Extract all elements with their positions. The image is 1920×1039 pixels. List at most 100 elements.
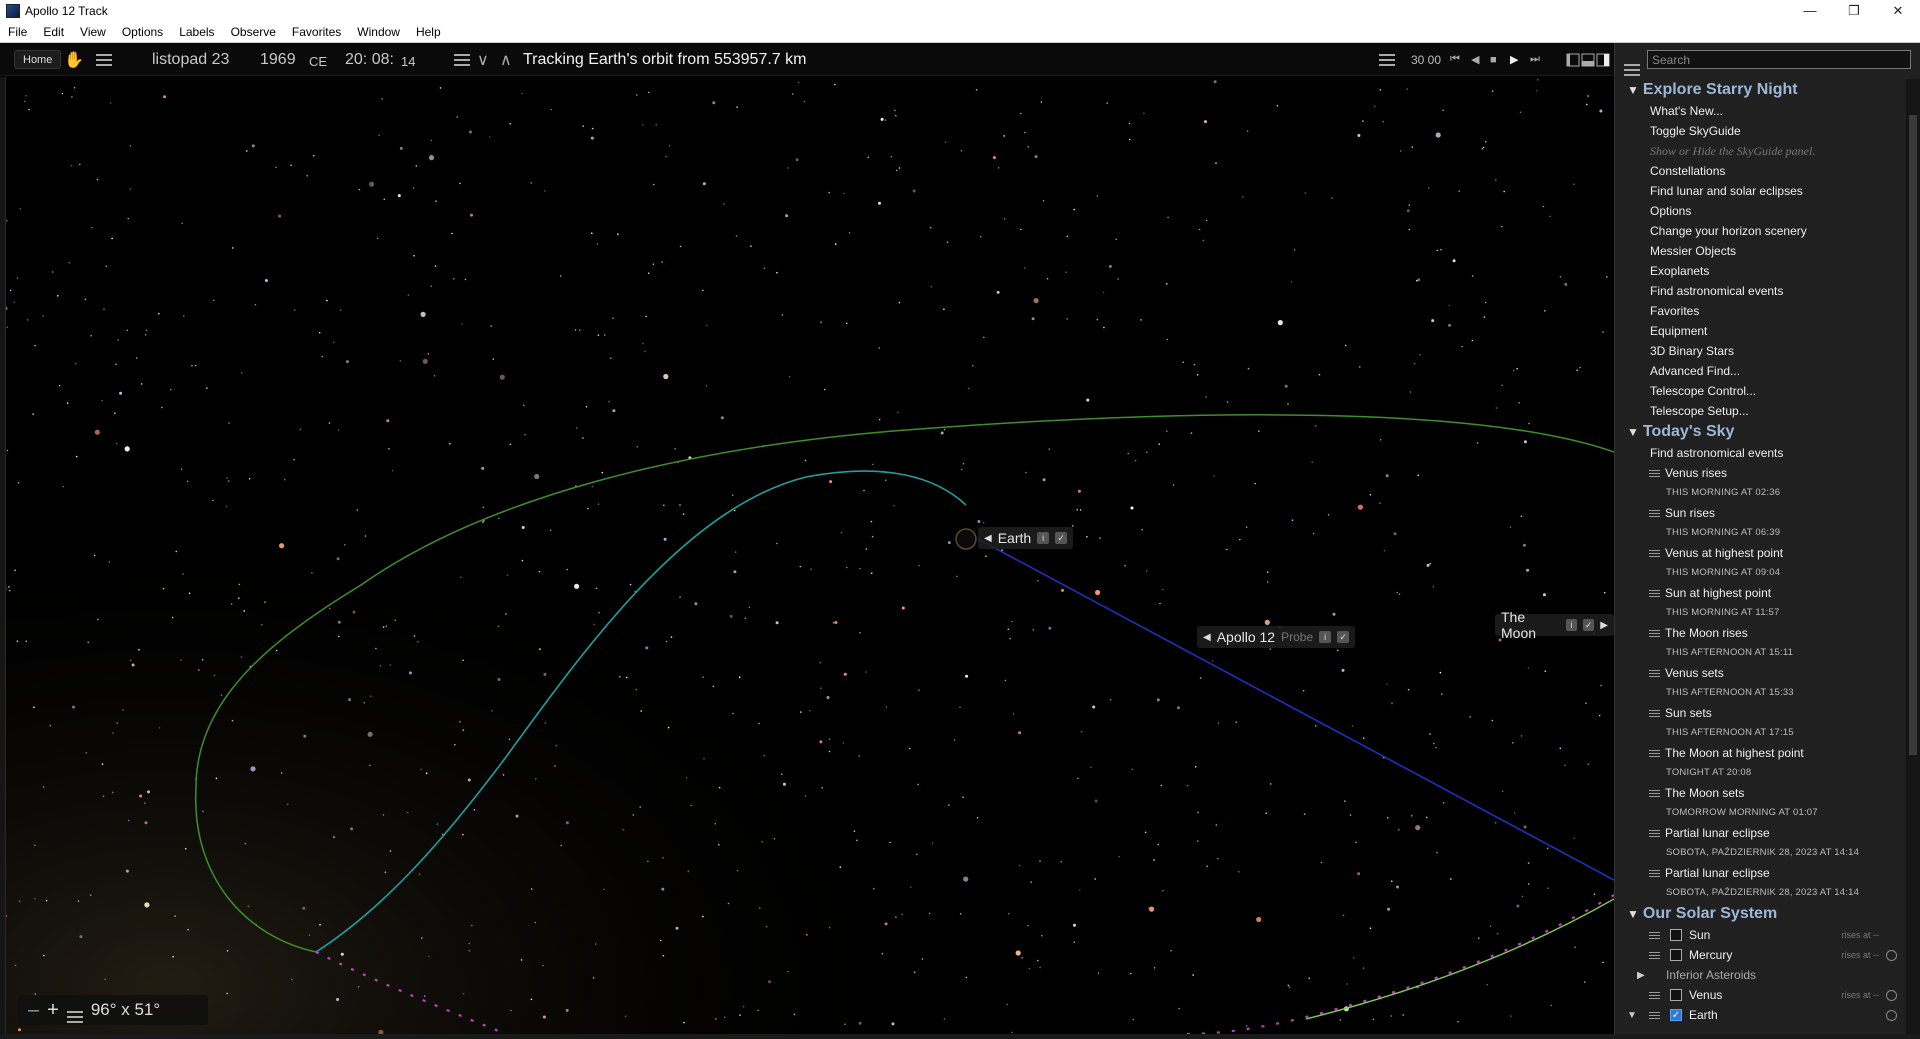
zoom-in-icon[interactable]: +	[47, 999, 59, 1022]
sidebar-scrollbar[interactable]	[1906, 79, 1920, 1034]
earth-label[interactable]: ◀ Earth i ✓	[978, 527, 1074, 549]
drag-handle-icon[interactable]	[1649, 829, 1660, 837]
collapse-icon[interactable]: ▼	[1627, 83, 1639, 97]
date-year[interactable]: 1969	[260, 43, 296, 76]
explore-item[interactable]: Messier Objects	[1615, 241, 1905, 261]
event-item[interactable]: Venus sets	[1615, 663, 1905, 683]
collapse-icon[interactable]: ▼	[1627, 907, 1639, 921]
explore-item[interactable]: Telescope Setup...	[1615, 401, 1905, 421]
chevron-down-icon[interactable]: ∨	[477, 43, 489, 76]
explore-item[interactable]: Equipment	[1615, 321, 1905, 341]
explore-item[interactable]: Favorites	[1615, 301, 1905, 321]
explore-item[interactable]: Find lunar and solar eclipses	[1615, 181, 1905, 201]
info-icon[interactable]: i	[1037, 532, 1050, 544]
solar-item-venus[interactable]: Venus rises at --	[1615, 985, 1905, 1005]
info-icon[interactable]: i	[1565, 619, 1578, 631]
section-today[interactable]: ▼ Today's Sky	[1615, 421, 1905, 443]
moon-label[interactable]: The Moon i ✓ ▶	[1495, 609, 1614, 641]
skip-back-icon[interactable]: ⏮	[1450, 43, 1460, 76]
explore-item[interactable]: Options	[1615, 201, 1905, 221]
explore-item[interactable]: Constellations	[1615, 161, 1905, 181]
hand-icon[interactable]: ✋	[64, 43, 84, 76]
time-flow-menu-icon[interactable]	[1379, 43, 1395, 76]
event-item[interactable]: Partial lunar eclipse	[1615, 863, 1905, 883]
drag-handle-icon[interactable]	[1649, 709, 1660, 717]
section-explore[interactable]: ▼ Explore Starry Night	[1615, 79, 1905, 101]
target-circle-icon[interactable]	[1886, 949, 1897, 961]
event-item[interactable]: Sun at highest point	[1615, 583, 1905, 603]
visibility-checkbox[interactable]	[1670, 929, 1682, 941]
close-button[interactable]: ✕	[1876, 0, 1920, 21]
check-icon[interactable]: ✓	[1055, 532, 1068, 544]
menu-file[interactable]: File	[0, 21, 35, 43]
event-item[interactable]: Sun rises	[1615, 503, 1905, 523]
track-menu-icon[interactable]	[454, 43, 470, 76]
explore-item[interactable]: Toggle SkyGuide	[1615, 121, 1905, 141]
minimize-button[interactable]: —	[1788, 0, 1832, 21]
target-circle-icon[interactable]	[1886, 989, 1897, 1001]
menu-favorites[interactable]: Favorites	[284, 21, 349, 43]
apollo-label[interactable]: ◀ Apollo 12 Probe i ✓	[1197, 626, 1356, 648]
event-item[interactable]: The Moon at highest point	[1615, 743, 1905, 763]
stop-icon[interactable]: ■	[1490, 43, 1497, 76]
check-icon[interactable]: ✓	[1337, 631, 1350, 643]
drag-handle-icon[interactable]	[1649, 629, 1660, 637]
drag-handle-icon[interactable]	[1649, 1005, 1665, 1025]
sidebar-menu-icon[interactable]	[1624, 53, 1640, 76]
event-item[interactable]: Partial lunar eclipse	[1615, 823, 1905, 843]
drag-handle-icon[interactable]	[1649, 669, 1660, 677]
drag-handle-icon[interactable]	[1649, 869, 1660, 877]
drag-handle-icon[interactable]	[1649, 945, 1665, 965]
skip-forward-icon[interactable]: ⏭	[1530, 43, 1540, 76]
event-item[interactable]: The Moon rises	[1615, 623, 1905, 643]
home-button[interactable]: Home	[14, 50, 62, 69]
event-item[interactable]: Venus at highest point	[1615, 543, 1905, 563]
check-icon[interactable]: ✓	[1583, 619, 1595, 631]
collapse-icon[interactable]: ▼	[1627, 425, 1639, 439]
visibility-checkbox[interactable]: ✓	[1670, 1009, 1682, 1021]
explore-item[interactable]: Change your horizon scenery	[1615, 221, 1905, 241]
date-era[interactable]: CE	[309, 45, 327, 78]
drag-handle-icon[interactable]	[1649, 985, 1665, 1005]
event-item[interactable]: Venus rises	[1615, 463, 1905, 483]
drag-handle-icon[interactable]	[1649, 549, 1660, 557]
scrollbar-thumb[interactable]	[1909, 115, 1917, 755]
step-back-icon[interactable]: ◀	[1471, 43, 1479, 76]
menu-observe[interactable]: Observe	[223, 21, 284, 43]
explore-item[interactable]: Find astronomical events	[1615, 281, 1905, 301]
fov-value[interactable]: 96° x 51°	[91, 1000, 160, 1020]
target-circle-icon[interactable]	[1886, 1009, 1897, 1021]
drag-handle-icon[interactable]	[1649, 925, 1665, 945]
section-solar-system[interactable]: ▼ Our Solar System	[1615, 903, 1905, 925]
solar-item-sun[interactable]: Sun rises at --	[1615, 925, 1905, 945]
drag-handle-icon[interactable]	[1649, 509, 1660, 517]
visibility-checkbox[interactable]	[1670, 949, 1682, 961]
solar-item-earth[interactable]: ▼ ✓ Earth	[1615, 1005, 1905, 1025]
chevron-up-icon[interactable]: ∧	[500, 43, 512, 76]
menu-window[interactable]: Window	[349, 21, 408, 43]
explore-item[interactable]: Advanced Find...	[1615, 361, 1905, 381]
explore-item[interactable]: 3D Binary Stars	[1615, 341, 1905, 361]
drag-handle-icon[interactable]	[1649, 589, 1660, 597]
solar-item-mercury[interactable]: Mercury rises at --	[1615, 945, 1905, 965]
menu-help[interactable]: Help	[408, 21, 449, 43]
menu-edit[interactable]: Edit	[35, 21, 72, 43]
menu-labels[interactable]: Labels	[171, 21, 222, 43]
collapse-icon[interactable]: ▼	[1627, 1010, 1637, 1021]
layout-icon[interactable]	[1566, 43, 1610, 76]
info-icon[interactable]: i	[1319, 631, 1332, 643]
play-icon[interactable]: ▶	[1510, 43, 1518, 76]
time-seconds[interactable]: 14	[401, 45, 415, 78]
solar-item-inferior-asteroids[interactable]: ▶ Inferior Asteroids	[1615, 965, 1905, 985]
date-month-day[interactable]: listopad 23	[152, 43, 229, 76]
find-events-item[interactable]: Find astronomical events	[1615, 443, 1905, 463]
explore-item[interactable]: Exoplanets	[1615, 261, 1905, 281]
visibility-checkbox[interactable]	[1670, 989, 1682, 1001]
time-step[interactable]: 30 00	[1411, 43, 1441, 76]
event-item[interactable]: The Moon sets	[1615, 783, 1905, 803]
drag-handle-icon[interactable]	[1649, 789, 1660, 797]
drag-handle-icon[interactable]	[1649, 469, 1660, 477]
time-hm[interactable]: 20: 08:	[345, 43, 394, 76]
fov-menu-icon[interactable]	[66, 998, 83, 1023]
menu-icon[interactable]	[96, 43, 112, 76]
